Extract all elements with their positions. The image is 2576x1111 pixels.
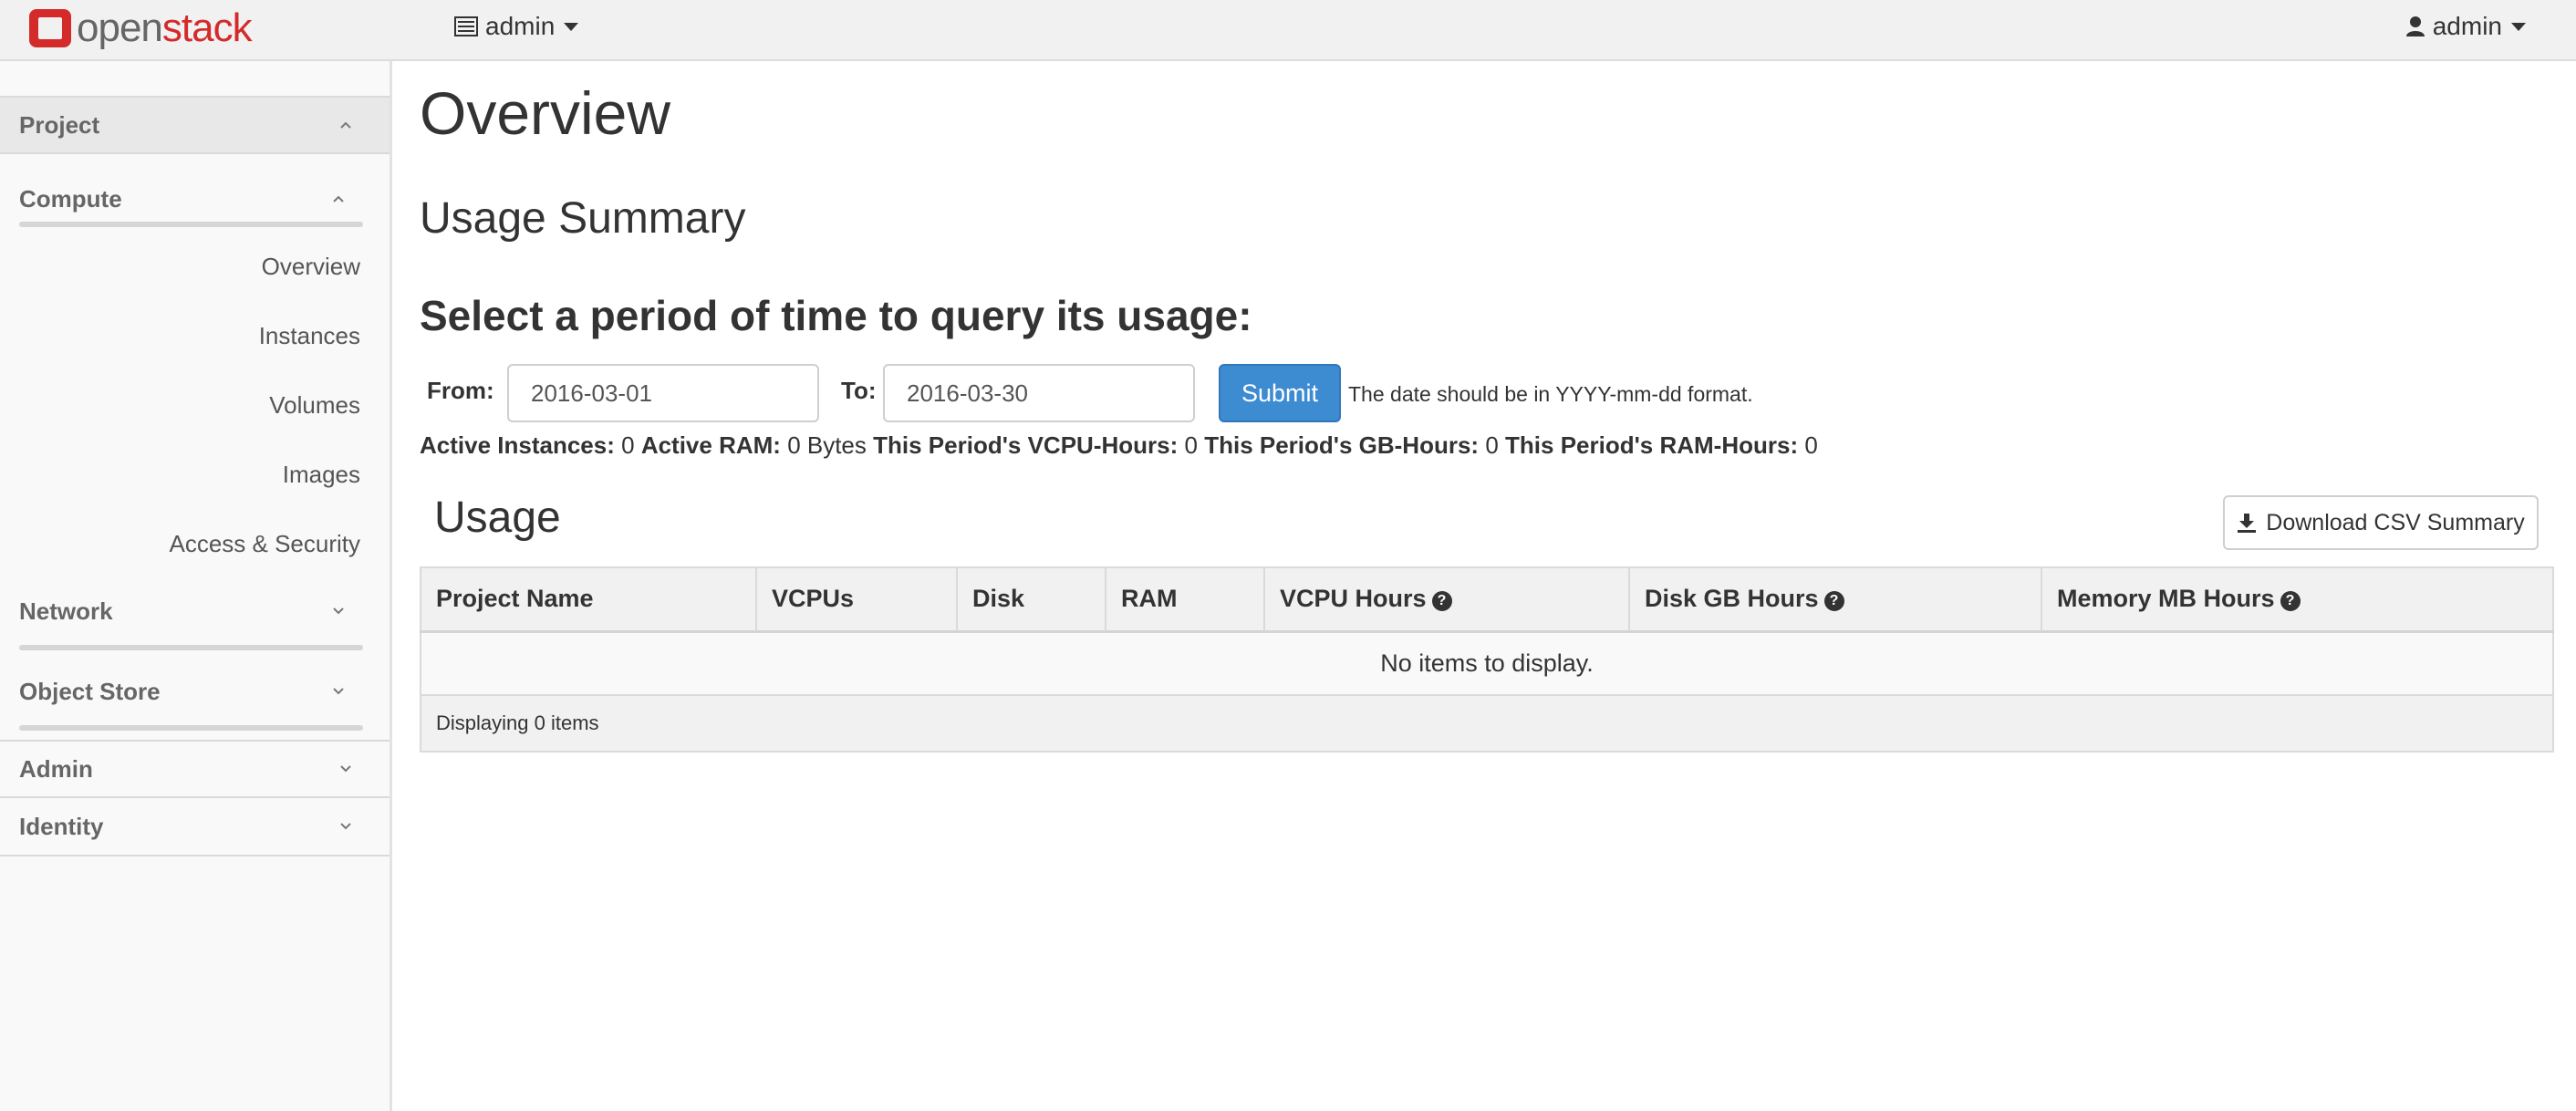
sidebar-group-label: Compute bbox=[19, 184, 122, 213]
caret-down-icon bbox=[564, 22, 579, 31]
sidebar-group-compute[interactable]: Compute bbox=[19, 176, 363, 222]
user-icon bbox=[2405, 16, 2425, 36]
stat-label: Active Instances: bbox=[420, 431, 615, 459]
stat-value: 0 bbox=[1804, 431, 1818, 459]
stat-value: 0 bbox=[1184, 431, 1198, 459]
divider bbox=[19, 725, 363, 731]
user-menu-label: admin bbox=[2432, 12, 2502, 40]
chevron-down-icon bbox=[340, 765, 351, 773]
sidebar: Project Compute Overview Instances Volum… bbox=[0, 61, 392, 1111]
to-date-input[interactable] bbox=[883, 364, 1195, 422]
openstack-logo-icon bbox=[29, 9, 71, 47]
table-header-row: Project Name VCPUs Disk RAM VCPU Hours? … bbox=[421, 567, 2553, 633]
from-date-input[interactable] bbox=[507, 364, 819, 422]
date-format-hint: The date should be in YYYY-mm-dd format. bbox=[1348, 382, 1753, 406]
openstack-logo[interactable]: openstack bbox=[27, 4, 253, 53]
top-navbar: openstack admin admin bbox=[0, 0, 2576, 61]
sidebar-panel-label: Admin bbox=[19, 754, 93, 783]
table-row: No items to display. bbox=[421, 631, 2553, 696]
stat-label: This Period's VCPU-Hours: bbox=[873, 431, 1179, 459]
sidebar-group-label: Object Store bbox=[19, 677, 161, 705]
sidebar-item-images[interactable]: Images bbox=[283, 461, 360, 489]
usage-heading: Usage bbox=[434, 493, 561, 542]
help-icon[interactable]: ? bbox=[2280, 591, 2301, 612]
sidebar-panel-label: Project bbox=[19, 110, 100, 139]
from-label: From: bbox=[427, 377, 494, 404]
page-title: Overview bbox=[420, 79, 671, 147]
sidebar-item-access-security[interactable]: Access & Security bbox=[169, 530, 360, 558]
project-switcher[interactable]: admin bbox=[454, 11, 579, 42]
project-switcher-label: admin bbox=[485, 12, 556, 40]
stat-value: 0 bbox=[1485, 431, 1499, 459]
empty-table-message: No items to display. bbox=[421, 631, 2553, 696]
item-count: Displaying 0 items bbox=[421, 695, 2553, 752]
usage-summary-heading: Usage Summary bbox=[420, 194, 746, 243]
help-icon[interactable]: ? bbox=[1431, 591, 1452, 612]
sidebar-group-network[interactable]: Network bbox=[19, 588, 363, 634]
divider bbox=[19, 222, 363, 227]
caret-down-icon bbox=[2511, 22, 2526, 31]
usage-table: Project Name VCPUs Disk RAM VCPU Hours? … bbox=[420, 566, 2554, 753]
sidebar-group-object-store[interactable]: Object Store bbox=[19, 669, 363, 714]
chevron-down-icon bbox=[340, 823, 351, 830]
sidebar-panel-identity[interactable]: Identity bbox=[0, 798, 390, 857]
usage-stats: Active Instances: 0 Active RAM: 0 Bytes … bbox=[420, 431, 1818, 460]
period-heading: Select a period of time to query its usa… bbox=[420, 292, 1252, 339]
chevron-down-icon bbox=[333, 607, 344, 615]
chevron-up-icon bbox=[333, 195, 344, 202]
sidebar-panel-label: Identity bbox=[19, 812, 104, 840]
column-header-vcpu-hours[interactable]: VCPU Hours? bbox=[1264, 567, 1630, 633]
user-menu[interactable]: admin bbox=[2405, 11, 2526, 42]
chevron-up-icon bbox=[340, 121, 351, 129]
column-header-project-name[interactable]: Project Name bbox=[421, 567, 757, 633]
column-header-disk-gb-hours[interactable]: Disk GB Hours? bbox=[1629, 567, 2042, 633]
stat-value: 0 bbox=[621, 431, 635, 459]
sidebar-group-label: Network bbox=[19, 597, 113, 625]
download-csv-button[interactable]: Download CSV Summary bbox=[2223, 495, 2539, 550]
column-header-memory-mb-hours[interactable]: Memory MB Hours? bbox=[2041, 567, 2553, 633]
list-icon bbox=[454, 16, 478, 36]
download-csv-label: Download CSV Summary bbox=[2266, 509, 2525, 535]
sidebar-item-overview[interactable]: Overview bbox=[262, 253, 360, 281]
to-label: To: bbox=[841, 377, 877, 404]
help-icon[interactable]: ? bbox=[1823, 591, 1844, 612]
column-header-disk[interactable]: Disk bbox=[957, 567, 1106, 633]
column-header-vcpus[interactable]: VCPUs bbox=[756, 567, 958, 633]
date-range-form: From: To: Submit The date should be in Y… bbox=[420, 364, 1879, 428]
sidebar-item-volumes[interactable]: Volumes bbox=[269, 391, 360, 420]
sidebar-panel-project[interactable]: Project bbox=[0, 96, 390, 154]
sidebar-item-instances[interactable]: Instances bbox=[259, 322, 360, 350]
stat-label: Active RAM: bbox=[640, 431, 781, 459]
divider bbox=[19, 645, 363, 650]
stat-label: This Period's RAM-Hours: bbox=[1505, 431, 1799, 459]
download-icon bbox=[2238, 514, 2257, 533]
submit-button[interactable]: Submit bbox=[1219, 364, 1341, 422]
sidebar-panel-admin[interactable]: Admin bbox=[0, 740, 390, 798]
table-footer-row: Displaying 0 items bbox=[421, 695, 2553, 752]
brand-wordmark: openstack bbox=[77, 5, 253, 50]
stat-label: This Period's GB-Hours: bbox=[1204, 431, 1480, 459]
chevron-down-icon bbox=[333, 688, 344, 695]
stat-value: 0 Bytes bbox=[787, 431, 867, 459]
column-header-ram[interactable]: RAM bbox=[1106, 567, 1265, 633]
